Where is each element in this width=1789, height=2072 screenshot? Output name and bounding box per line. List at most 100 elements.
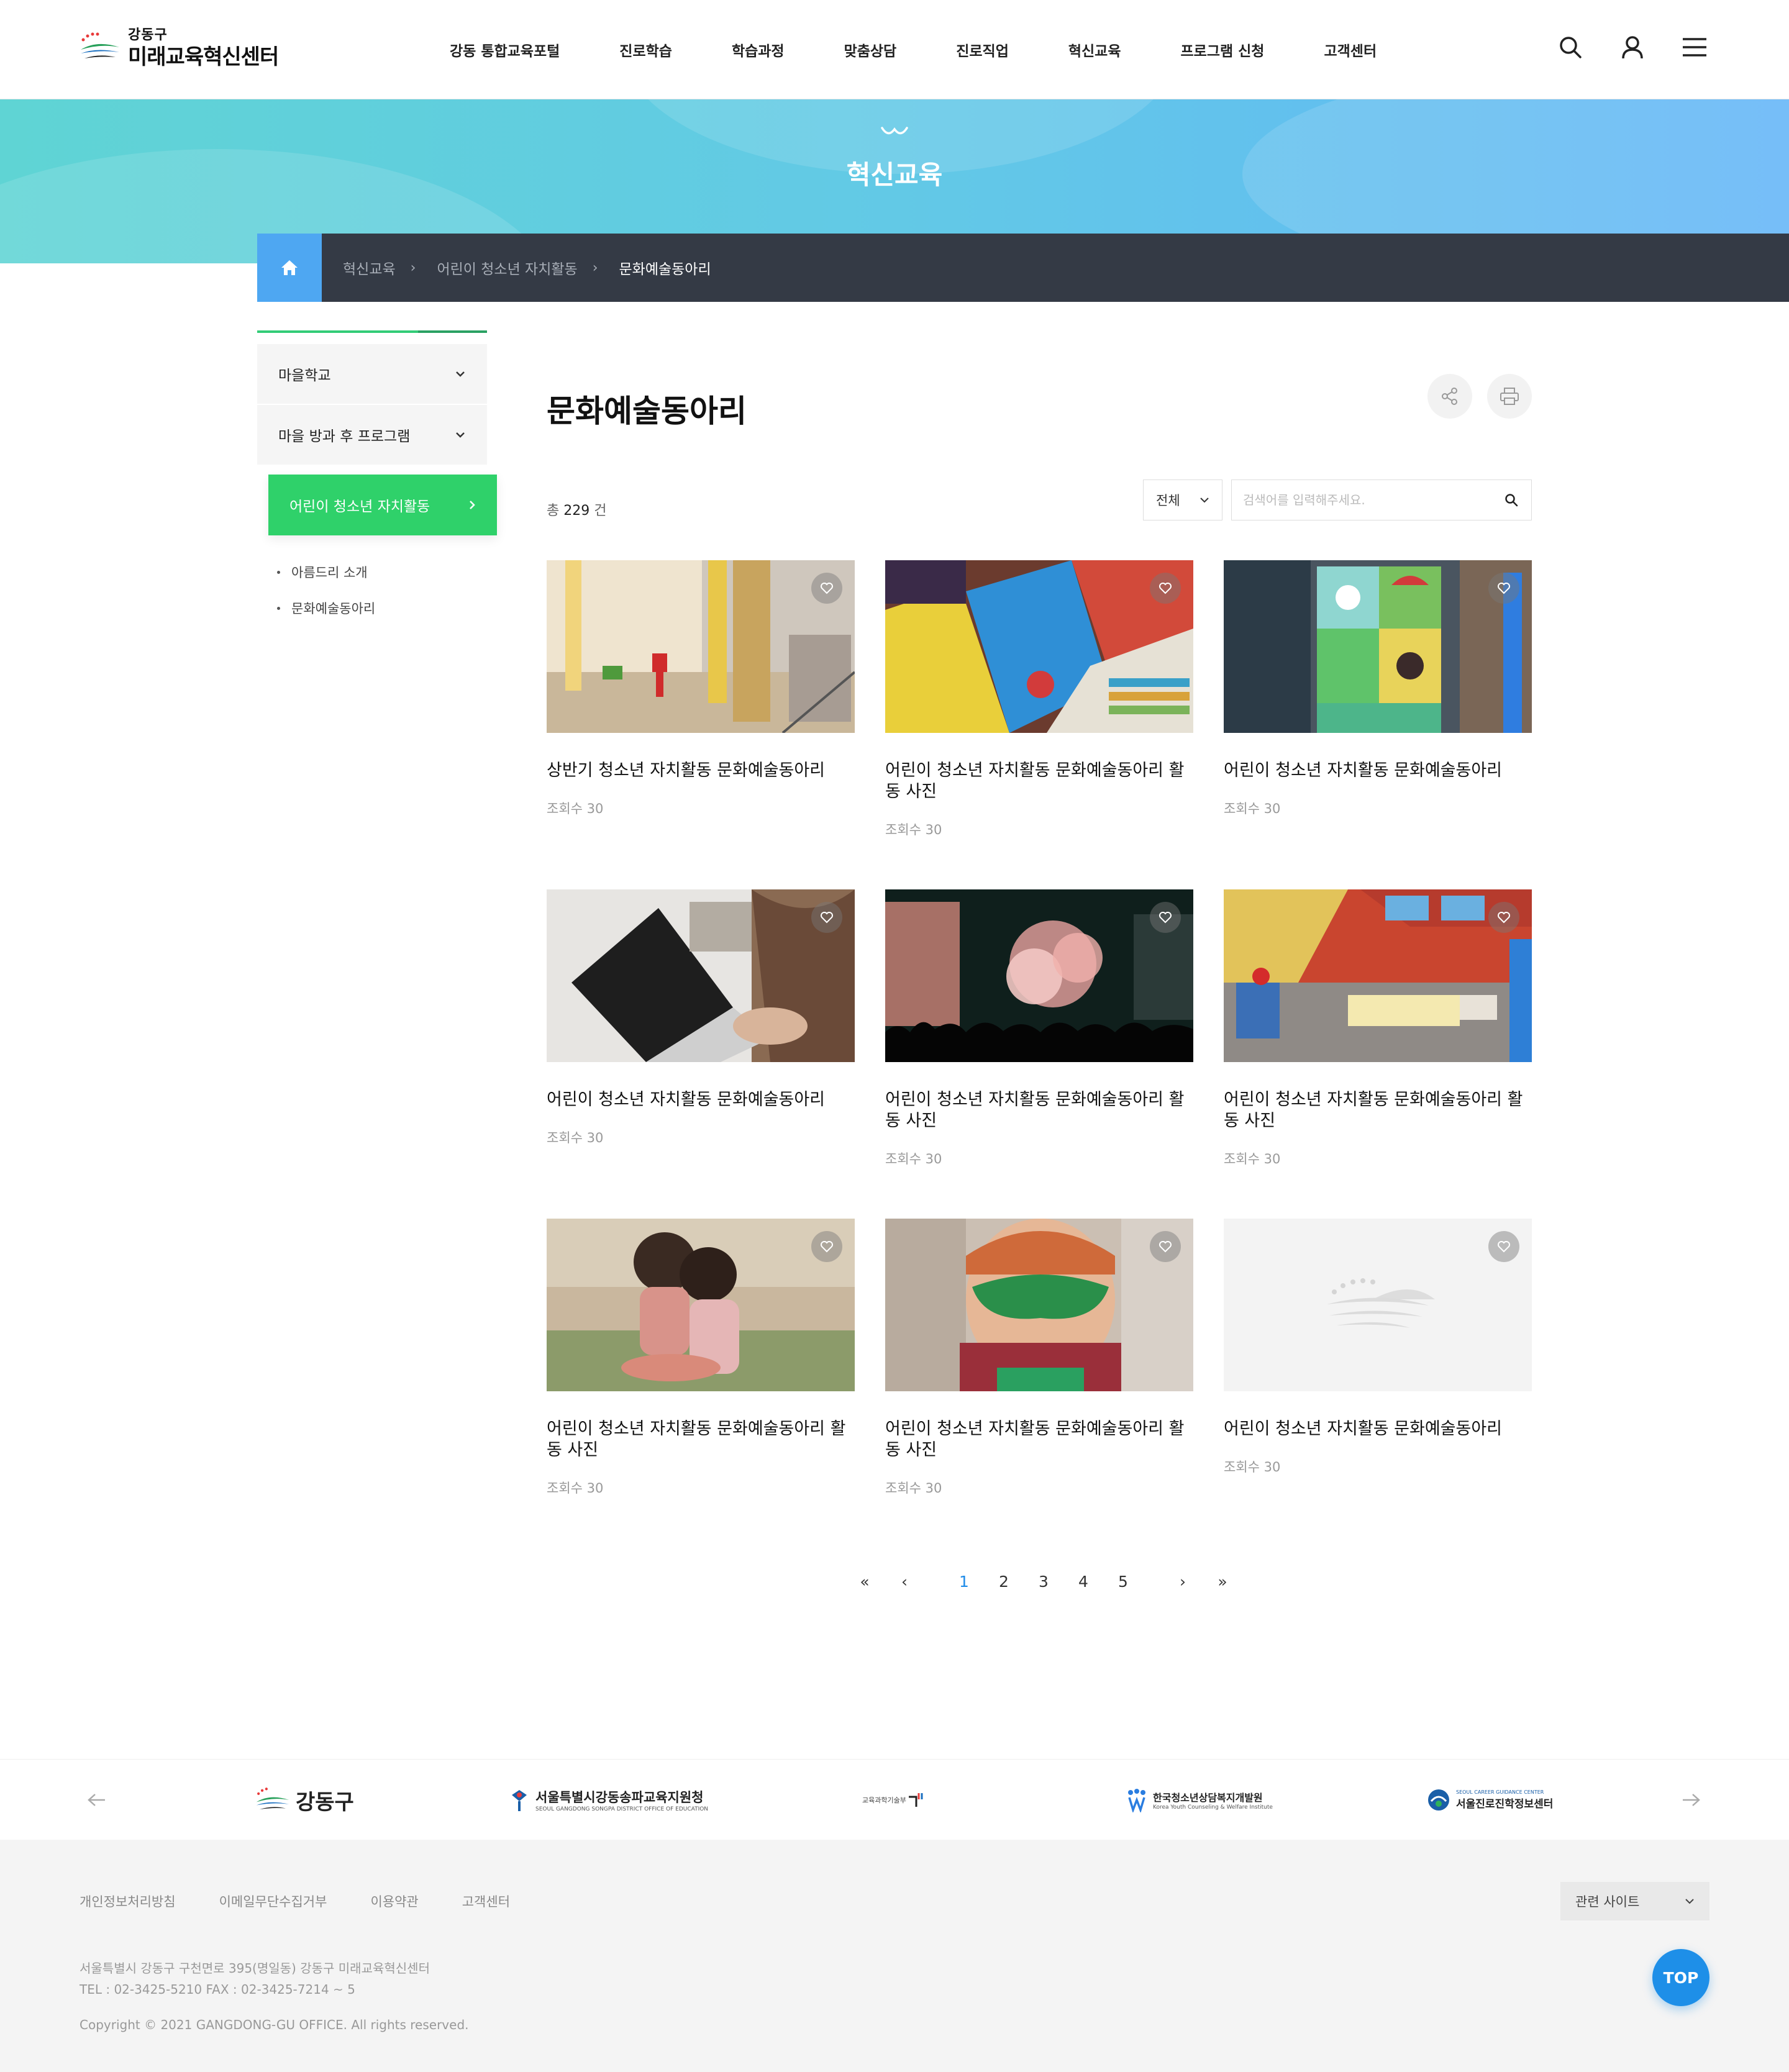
footer-link-customer-center[interactable]: 고객센터	[462, 1892, 510, 1911]
footer-link-privacy[interactable]: 개인정보처리방침	[80, 1892, 176, 1911]
side-menu-active-item[interactable]: 어린이 청소년 자치활동	[268, 475, 497, 535]
arrow-left-icon[interactable]	[80, 1783, 113, 1817]
gallery-card[interactable]: 어린이 청소년 자치활동 문화예술동아리 활동 사진 조회수 30	[1224, 889, 1532, 1168]
partner-mark-icon	[1128, 1789, 1145, 1812]
footer-link-terms[interactable]: 이용약관	[370, 1892, 418, 1911]
nav-innovation[interactable]: 혁신교육	[1068, 39, 1121, 60]
card-title: 어린이 청소년 자치활동 문화예술동아리 활동 사진	[547, 1419, 846, 1460]
gallery-card[interactable]: 어린이 청소년 자치활동 문화예술동아리 활동 사진 조회수 30	[885, 560, 1193, 838]
partner-name: 강동구	[296, 1789, 354, 1815]
partner-name: 교육과학기술부	[862, 1796, 906, 1804]
banner-title: 혁신교육	[846, 160, 943, 190]
page-number[interactable]: 2	[984, 1573, 1024, 1591]
side-submenu: 아름드리 소개 문화예술동아리	[277, 554, 375, 626]
partner-text-group: SEOUL CAREER GUIDANCE CENTER 서울진로진학정보센터	[1456, 1789, 1553, 1811]
search-box	[1231, 479, 1532, 520]
submenu-item-arts-club[interactable]: 문화예술동아리	[277, 590, 375, 626]
partner-logo-education-office[interactable]: 서울특별시강동송파교육지원청 SEOUL GANGDONG SONGPA DIS…	[508, 1778, 708, 1822]
partner-logo-career-center[interactable]: SEOUL CAREER GUIDANCE CENTER 서울진로진학정보센터	[1426, 1778, 1553, 1822]
footer-address-line: 서울특별시 강동구 구천면로 395(명일동) 강동구 미래교육혁신센터	[80, 1961, 430, 1976]
scroll-top-button[interactable]: TOP	[1652, 1949, 1709, 2006]
card-views: 조회수 30	[1224, 1460, 1281, 1474]
partner-text-group: 한국청소년상담복지개발원 Korea Youth Counseling & We…	[1153, 1789, 1273, 1811]
home-icon[interactable]	[257, 234, 322, 302]
side-menu-group-village-school[interactable]: 마을학교	[257, 343, 487, 404]
user-icon[interactable]	[1616, 31, 1649, 63]
select-value: 전체	[1156, 493, 1180, 508]
partner-text-group: 서울특별시강동송파교육지원청 SEOUL GANGDONG SONGPA DIS…	[535, 1788, 708, 1812]
chevron-right-icon	[470, 501, 475, 509]
card-views: 조회수 30	[547, 1130, 604, 1145]
side-menu-group-after-school[interactable]: 마을 방과 후 프로그램	[257, 404, 487, 465]
submenu-item-intro[interactable]: 아름드리 소개	[277, 554, 375, 590]
chevron-right-icon: ›	[592, 260, 598, 276]
partner-logo-gangdong[interactable]: 강동구	[253, 1778, 354, 1822]
nav-program-apply[interactable]: 프로그램 신청	[1181, 39, 1265, 60]
card-thumbnail	[885, 889, 1193, 1062]
gallery-card[interactable]: 어린이 청소년 자치활동 문화예술동아리 활동 사진 조회수 30	[885, 1219, 1193, 1497]
arrow-right-icon[interactable]	[1675, 1783, 1708, 1817]
heart-icon[interactable]	[811, 1231, 842, 1262]
heart-icon[interactable]	[1150, 902, 1181, 933]
side-menu-topline	[257, 330, 487, 333]
chevron-down-icon	[1685, 1899, 1694, 1904]
footer-address: 서울특별시 강동구 구천면로 395(명일동) 강동구 미래교육혁신센터 TEL…	[80, 1958, 430, 2000]
breadcrumb-item[interactable]: 어린이 청소년 자치활동	[437, 257, 577, 278]
nav-counseling[interactable]: 맞춤상담	[844, 39, 897, 60]
site-footer: 개인정보처리방침 이메일무단수집거부 이용약관 고객센터 관련 사이트 서울특별…	[0, 1840, 1789, 2072]
footer-link-email-policy[interactable]: 이메일무단수집거부	[219, 1892, 327, 1911]
card-thumbnail	[1224, 560, 1532, 733]
card-thumbnail	[885, 1219, 1193, 1391]
breadcrumb-current: 문화예술동아리	[619, 261, 711, 278]
page-prev[interactable]: ‹	[885, 1573, 924, 1591]
partner-name: 서울진로진학정보센터	[1456, 1798, 1554, 1811]
menu-icon[interactable]	[1678, 31, 1711, 63]
total-number: 229	[563, 503, 590, 519]
nav-portal[interactable]: 강동 통합교육포털	[450, 39, 560, 60]
search-category-select[interactable]: 전체	[1143, 479, 1222, 520]
card-title: 어린이 청소년 자치활동 문화예술동아리	[1224, 761, 1503, 780]
gallery-card[interactable]: 어린이 청소년 자치활동 문화예술동아리 활동 사진 조회수 30	[885, 889, 1193, 1168]
heart-icon[interactable]	[1488, 1231, 1519, 1262]
gallery-card[interactable]: 어린이 청소년 자치활동 문화예술동아리 활동 사진 조회수 30	[547, 1219, 855, 1497]
card-views: 조회수 30	[547, 1481, 604, 1496]
heart-icon[interactable]	[811, 902, 842, 933]
logo-main-text: 미래교육혁신센터	[128, 45, 279, 70]
page-next[interactable]: ›	[1163, 1573, 1203, 1591]
page-number[interactable]: 3	[1024, 1573, 1063, 1591]
partner-sub: SEOUL GANGDONG SONGPA DISTRICT OFFICE OF…	[535, 1806, 709, 1812]
share-icon[interactable]	[1427, 374, 1472, 419]
search-icon[interactable]	[1491, 480, 1531, 520]
page-number[interactable]: 1	[944, 1573, 984, 1591]
page-number[interactable]: 5	[1103, 1573, 1143, 1591]
chevron-right-icon: ›	[410, 260, 416, 276]
chevron-down-icon	[456, 371, 465, 377]
card-thumbnail	[547, 1219, 855, 1391]
site-logo[interactable]: 강동구 미래교육혁신센터	[78, 24, 302, 70]
page-last[interactable]: »	[1203, 1573, 1242, 1591]
print-icon[interactable]	[1487, 374, 1532, 419]
heart-icon[interactable]	[1488, 902, 1519, 933]
breadcrumb-item[interactable]: 혁신교육	[343, 257, 396, 278]
related-sites-select[interactable]: 관련 사이트	[1560, 1882, 1709, 1920]
nav-courses[interactable]: 학습과정	[732, 39, 785, 60]
search-input[interactable]	[1232, 481, 1491, 519]
heart-icon[interactable]	[811, 573, 842, 604]
heart-icon[interactable]	[1150, 573, 1181, 604]
search-icon[interactable]	[1554, 31, 1586, 63]
heart-icon[interactable]	[1150, 1231, 1181, 1262]
heart-icon[interactable]	[1488, 573, 1519, 604]
page-first[interactable]: «	[845, 1573, 885, 1591]
page-number[interactable]: 4	[1063, 1573, 1103, 1591]
gallery-card[interactable]: 상반기 청소년 자치활동 문화예술동아리 조회수 30	[547, 560, 855, 817]
gallery-card[interactable]: 어린이 청소년 자치활동 문화예술동아리 조회수 30	[547, 889, 855, 1147]
side-menu-label: 마을학교	[278, 368, 331, 384]
partner-logo-ministry[interactable]: 교육과학기술부	[862, 1778, 925, 1822]
nav-career-learning[interactable]: 진로학습	[619, 39, 672, 60]
gallery-card[interactable]: 어린이 청소년 자치활동 문화예술동아리 조회수 30	[1224, 1219, 1532, 1476]
nav-customer-center[interactable]: 고객센터	[1324, 39, 1377, 60]
gallery-card[interactable]: 어린이 청소년 자치활동 문화예술동아리 조회수 30	[1224, 560, 1532, 817]
partner-mark-icon	[908, 1793, 923, 1807]
partner-logo-youth-counseling[interactable]: 한국청소년상담복지개발원 Korea Youth Counseling & We…	[1126, 1778, 1273, 1822]
nav-career-jobs[interactable]: 진로직업	[956, 39, 1009, 60]
